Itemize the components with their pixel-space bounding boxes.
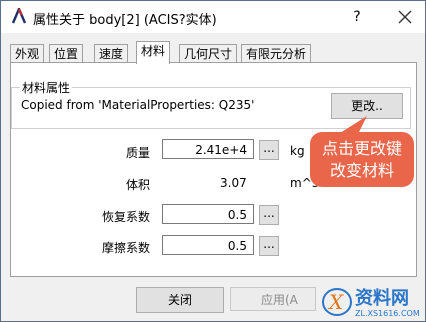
tab-geometry[interactable]: 几何尺寸 xyxy=(179,44,238,63)
callout-line-2: 改变材料 xyxy=(329,161,394,180)
close-icon[interactable] xyxy=(393,5,417,29)
mass-browse-button[interactable]: ... xyxy=(259,140,279,160)
properties-dialog: 属性关于 body[2] (ACIS?实体) ? 外观 位置 速度 材料 几何尺… xyxy=(0,0,426,322)
tab-material[interactable]: 材料 xyxy=(136,41,171,64)
material-source-text: Copied from 'MaterialProperties: Q235' xyxy=(21,98,255,112)
callout-line-1: 点击更改键 xyxy=(321,139,402,158)
watermark-logo: X 资料网 ZL.XS1616.COM xyxy=(322,287,420,318)
title-bar: 属性关于 body[2] (ACIS?实体) ? xyxy=(1,1,425,33)
mass-input[interactable]: 2.41e+4 xyxy=(162,139,254,159)
app-logo-icon xyxy=(11,8,27,24)
tab-appearance[interactable]: 外观 xyxy=(10,44,45,63)
tab-position[interactable]: 位置 xyxy=(49,44,84,63)
close-dialog-button[interactable]: 关闭 xyxy=(136,287,224,313)
svg-text:ZL.XS1616.COM: ZL.XS1616.COM xyxy=(355,309,420,318)
mass-unit: kg xyxy=(290,144,305,158)
material-group-title: 材料属性 xyxy=(20,79,73,96)
volume-label: 体积 xyxy=(126,178,151,192)
restitution-label: 恢复系数 xyxy=(102,210,151,224)
tab-fea[interactable]: 有限元分析 xyxy=(241,44,312,63)
friction-label: 摩擦系数 xyxy=(102,241,151,255)
mass-label: 质量 xyxy=(126,146,151,160)
tab-velocity[interactable]: 速度 xyxy=(94,44,129,63)
volume-value: 3.07 xyxy=(220,176,247,190)
restitution-input[interactable]: 0.5 xyxy=(162,204,254,224)
window-title: 属性关于 body[2] (ACIS?实体) xyxy=(33,13,217,28)
restitution-browse-button[interactable]: ... xyxy=(259,205,279,225)
apply-button[interactable]: 应用(A xyxy=(230,287,316,311)
svg-text:X: X xyxy=(327,290,344,314)
help-button[interactable]: ? xyxy=(347,7,367,27)
friction-input[interactable]: 0.5 xyxy=(162,235,254,255)
svg-text:资料网: 资料网 xyxy=(355,287,409,309)
annotation-callout: 点击更改键 改变材料 xyxy=(310,132,414,187)
friction-browse-button[interactable]: ... xyxy=(259,236,279,256)
